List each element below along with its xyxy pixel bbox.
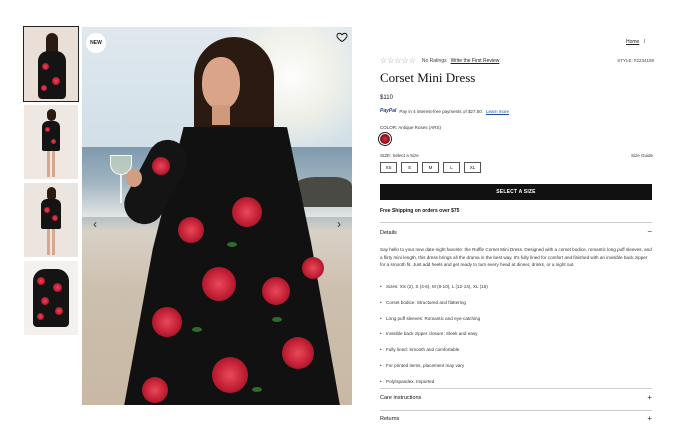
details-accordion-title[interactable]: Details	[380, 230, 397, 236]
color-label-value: Antique Roses (ARS)	[398, 125, 442, 130]
thumbnail-figure	[29, 265, 73, 331]
size-option-l[interactable]: L	[443, 162, 460, 173]
glass-stem	[120, 175, 122, 203]
product-price: $110	[380, 95, 393, 101]
size-selector: XS S M L XL	[380, 162, 481, 173]
thumbnail-figure	[40, 109, 62, 179]
paypal-installments: PayPal Pay in 4 interest-free payments o…	[380, 108, 509, 114]
size-option-s[interactable]: S	[401, 162, 418, 173]
product-title: Corset Mini Dress	[380, 70, 476, 85]
leaf-print	[252, 387, 262, 392]
thumbnail-2[interactable]	[24, 105, 78, 179]
paypal-logo-icon: PayPal	[380, 108, 397, 114]
rose-print	[282, 337, 314, 369]
select-size-button[interactable]: SELECT A SIZE	[380, 184, 652, 200]
rose-print	[178, 217, 204, 243]
heart-icon[interactable]	[336, 31, 348, 43]
size-guide-link[interactable]: Size Guide	[631, 153, 653, 158]
rose-print	[152, 157, 170, 175]
rose-print	[302, 257, 324, 279]
rose-print	[202, 267, 236, 301]
rose-print	[152, 307, 182, 337]
returns-accordion-title[interactable]: Returns	[380, 416, 399, 422]
color-label: COLOR: Antique Roses (ARS)	[380, 125, 441, 130]
breadcrumb: Home /	[626, 39, 645, 45]
rating-text: No Ratings	[421, 57, 447, 64]
model-hand	[126, 169, 142, 187]
color-swatch-antique-roses[interactable]	[378, 132, 392, 146]
thumbnail-list	[23, 26, 79, 339]
thumbnail-3[interactable]	[24, 183, 78, 257]
size-label: SIZE: Select a Size	[380, 153, 419, 158]
divider	[380, 410, 652, 411]
size-option-xs[interactable]: XS	[380, 162, 397, 173]
prev-image-arrow-icon[interactable]: ‹	[90, 217, 100, 231]
list-item: • For printed items, placement may vary	[380, 362, 465, 368]
thumbnail-1[interactable]	[23, 26, 79, 102]
thumbnail-4[interactable]	[24, 261, 78, 335]
list-item: • Invisible back zipper closure: Sleek an…	[380, 331, 478, 337]
leaf-print	[192, 327, 202, 332]
free-shipping-note: Free Shipping on orders over $75	[380, 208, 460, 214]
details-description: Say hello to your new date-night favorit…	[380, 247, 652, 267]
new-badge: NEW	[86, 33, 106, 53]
thumbnail-figure	[40, 187, 62, 257]
divider	[380, 388, 652, 389]
model-neck	[212, 105, 230, 125]
next-image-arrow-icon[interactable]: ›	[334, 217, 344, 231]
rating-row: ☆☆☆☆☆ No Ratings Write the First Review	[380, 56, 499, 65]
plus-icon[interactable]: +	[647, 415, 652, 423]
divider	[380, 222, 652, 223]
write-review-link[interactable]: Write the First Review	[451, 58, 500, 64]
details-bullet-list: • Sizes: XS (2), S (4-6), M (8-10), L (12…	[380, 283, 652, 394]
style-number: STYLE: #2234189	[617, 58, 654, 63]
size-label-value: Select a Size	[392, 153, 419, 158]
leaf-print	[272, 317, 282, 322]
main-product-image[interactable]: NEW ‹ ›	[82, 27, 352, 405]
breadcrumb-home-link[interactable]: Home	[626, 39, 639, 45]
paypal-learn-more-link[interactable]: Learn more	[486, 109, 509, 114]
rose-print	[142, 377, 168, 403]
rose-print	[262, 277, 290, 305]
rose-print	[232, 197, 262, 227]
list-item: • Poly/spandex. Imported	[380, 378, 435, 384]
paypal-text: Pay in 4 interest-free payments of $27.5…	[399, 108, 483, 114]
plus-icon[interactable]: +	[647, 394, 652, 402]
size-option-xl[interactable]: XL	[464, 162, 481, 173]
model-face	[202, 57, 240, 109]
size-label-key: SIZE:	[380, 153, 392, 158]
size-option-m[interactable]: M	[422, 162, 439, 173]
thumbnail-figure	[36, 33, 66, 99]
list-item: • Corset bodice: Structured and flatterin…	[380, 299, 466, 305]
list-item: • Fully lined: Smooth and comfortable	[380, 347, 460, 353]
minus-icon[interactable]: −	[647, 228, 652, 236]
breadcrumb-separator: /	[643, 39, 646, 45]
rose-print	[212, 357, 248, 393]
list-item: • Sizes: XS (2), S (4-6), M (8-10), L (12…	[380, 284, 488, 289]
color-label-key: COLOR:	[380, 125, 398, 130]
care-instructions-accordion-title[interactable]: Care instructions	[380, 395, 421, 401]
list-item: • Long puff sleeves: Romantic and eye-cat…	[380, 315, 481, 321]
star-rating-icon: ☆☆☆☆☆	[380, 56, 416, 65]
leaf-print	[227, 242, 237, 247]
